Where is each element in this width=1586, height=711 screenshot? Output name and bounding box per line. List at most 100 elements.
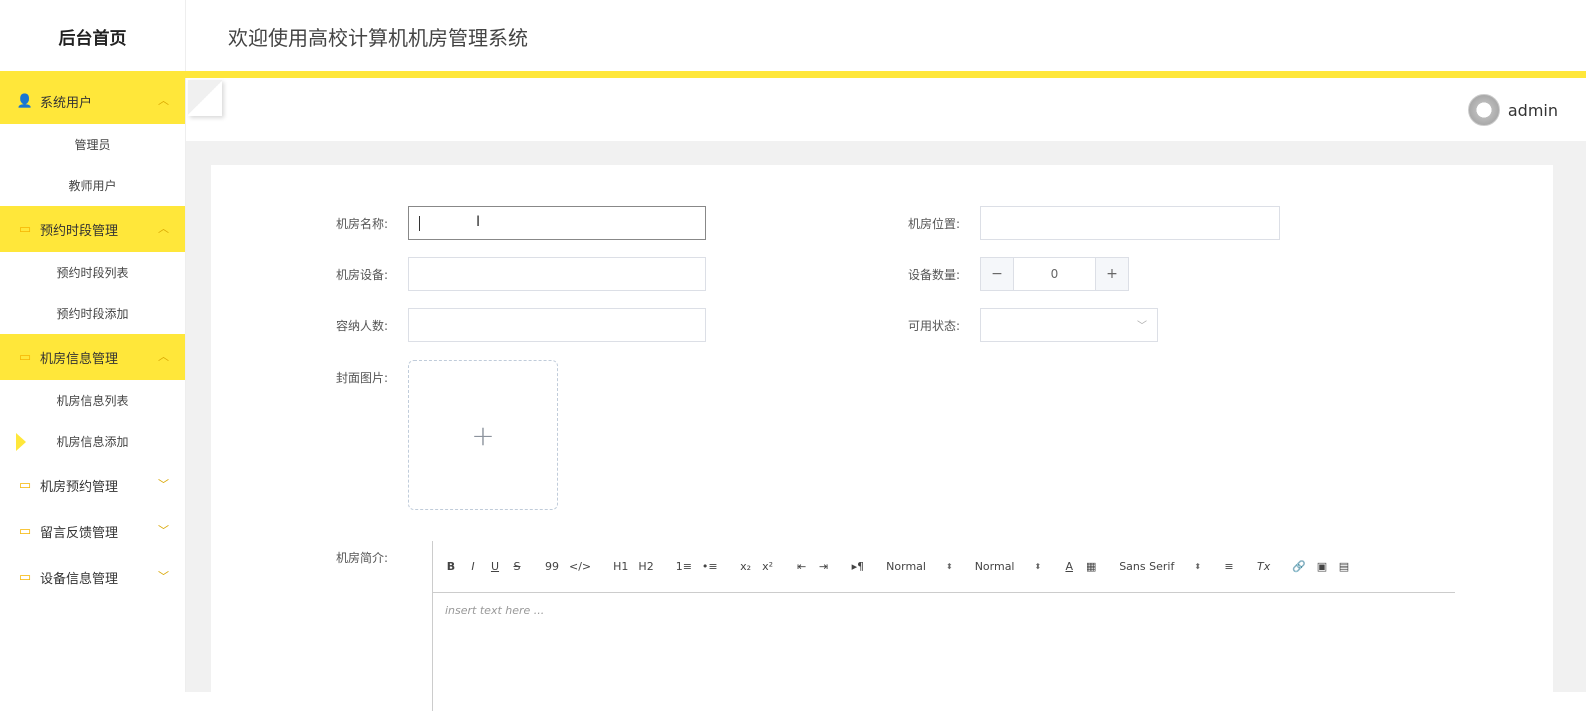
heading-select[interactable]: Normal ⬍ [886, 560, 953, 573]
clear-format-button[interactable]: Tx [1257, 560, 1270, 573]
user-menu[interactable]: admin [1467, 94, 1558, 126]
folder-icon: ▭ [18, 221, 32, 237]
room-name-input[interactable]: I [408, 206, 706, 240]
sidebar-item-time-slot-list[interactable]: 预约时段列表 [0, 252, 185, 293]
chevron-down-icon: ﹀ [158, 570, 169, 583]
header2-button[interactable]: H2 [638, 560, 653, 573]
avatar [1467, 94, 1500, 126]
bullet-list-button[interactable]: •≡ [702, 560, 718, 573]
sidebar-group-label: 留言反馈管理 [40, 525, 119, 541]
sidebar-group-label: 系统用户 [40, 95, 93, 111]
cover-image-upload[interactable]: + [408, 360, 558, 510]
sidebar-group-room-booking[interactable]: ▭ 机房预约管理 ﹀ [0, 462, 185, 508]
user-icon: 👤 [16, 93, 34, 109]
sidebar: 👤 系统用户 ︿ 管理员 教师用户 ▭ 预约时段管理 ︿ 预约时段列表 预约时段… [0, 78, 186, 692]
video-button[interactable]: ▤ [1338, 560, 1350, 573]
folder-icon: ▭ [18, 523, 32, 539]
sidebar-item-room-info-list[interactable]: 机房信息列表 [0, 380, 185, 421]
sub-header [186, 78, 1586, 141]
status-select[interactable]: ﹀ [980, 308, 1158, 342]
sidebar-group-label: 机房信息管理 [40, 351, 119, 367]
sidebar-group-label: 机房预约管理 [40, 479, 119, 495]
underline-button[interactable]: U [489, 560, 501, 573]
strike-button[interactable]: S [511, 560, 523, 573]
size-select-value: Normal [974, 560, 1015, 573]
superscript-button[interactable]: x² [762, 560, 774, 573]
active-indicator-icon [16, 433, 26, 451]
chevron-down-icon: ﹀ [158, 478, 169, 491]
room-intro-label: 机房简介: [336, 551, 389, 565]
chevron-up-icon: ︿ [158, 94, 169, 107]
editor-placeholder[interactable]: insert text here ... [445, 604, 544, 617]
decrement-button[interactable]: − [981, 258, 1013, 290]
chevron-down-icon: ﹀ [158, 524, 169, 537]
status-label: 可用状态: [908, 319, 961, 333]
sidebar-item-admin[interactable]: 管理员 [0, 124, 185, 165]
sidebar-group-equipment[interactable]: ▭ 设备信息管理 ﹀ [0, 554, 185, 600]
room-equipment-input[interactable] [408, 257, 706, 291]
equipment-count-label: 设备数量: [908, 268, 961, 282]
sidebar-item-time-slot-add[interactable]: 预约时段添加 [0, 293, 185, 334]
font-select[interactable]: Sans Serif ⬍ [1119, 560, 1201, 573]
text-cursor [419, 216, 420, 231]
text-color-button[interactable]: A [1063, 560, 1075, 573]
sidebar-item-label: 机房信息添加 [56, 435, 129, 449]
sidebar-group-label: 设备信息管理 [40, 571, 119, 587]
sidebar-group-time-slots[interactable]: ▭ 预约时段管理 ︿ [0, 206, 185, 252]
equipment-count-stepper[interactable]: − 0 + [980, 257, 1129, 291]
link-button[interactable]: 🔗 [1292, 560, 1306, 573]
folder-icon: ▭ [18, 569, 32, 585]
room-location-input[interactable] [980, 206, 1280, 240]
sidebar-item-room-info-add[interactable]: 机房信息添加 [0, 421, 185, 462]
code-block-button[interactable]: </> [569, 560, 591, 573]
cover-image-label: 封面图片: [336, 371, 389, 385]
folder-icon: ▭ [18, 477, 32, 493]
italic-button[interactable]: I [467, 560, 479, 573]
form-card: 机房名称: I 机房位置: 机房设备: 设备数量: − 0 + 容纳人数: 可用… [211, 165, 1553, 711]
room-name-label: 机房名称: [336, 217, 389, 231]
chevron-down-icon: ﹀ [1137, 321, 1147, 332]
indent-button[interactable]: ⇥ [818, 560, 830, 573]
room-location-label: 机房位置: [908, 217, 961, 231]
main-content: 机房名称: I 机房位置: 机房设备: 设备数量: − 0 + 容纳人数: 可用… [186, 141, 1586, 711]
size-select[interactable]: Normal ⬍ [975, 560, 1042, 573]
font-select-value: Sans Serif [1119, 560, 1175, 573]
sidebar-group-room-info[interactable]: ▭ 机房信息管理 ︿ [0, 334, 185, 380]
ordered-list-button[interactable]: 1≡ [676, 560, 692, 573]
top-bar: 后台首页 欢迎使用高校计算机机房管理系统 [0, 0, 1586, 72]
capacity-label: 容纳人数: [336, 319, 389, 333]
rich-text-editor: B I U S 99 </> H1 H2 1≡ •≡ x₂ x² ⇤ ⇥ ▸¶ … [432, 541, 1455, 711]
sidebar-item-teacher-users[interactable]: 教师用户 [0, 165, 185, 206]
equipment-count-value[interactable]: 0 [1013, 258, 1096, 290]
ibeam-cursor-icon: I [476, 214, 481, 230]
outdent-button[interactable]: ⇤ [796, 560, 808, 573]
subscript-button[interactable]: x₂ [740, 560, 752, 573]
background-color-button[interactable]: ▦ [1085, 560, 1097, 573]
brand-home-link[interactable]: 后台首页 [0, 0, 186, 72]
capacity-input[interactable] [408, 308, 706, 342]
sidebar-group-feedback[interactable]: ▭ 留言反馈管理 ﹀ [0, 508, 185, 554]
sidebar-group-system-users[interactable]: 👤 系统用户 ︿ [0, 78, 185, 124]
accent-divider [0, 71, 1586, 78]
rtl-direction-button[interactable]: ▸¶ [852, 560, 865, 573]
heading-select-value: Normal [886, 560, 926, 573]
collapse-sidebar-toggle[interactable] [188, 80, 222, 116]
updown-arrow-icon: ⬍ [1034, 562, 1042, 571]
editor-toolbar: B I U S 99 </> H1 H2 1≡ •≡ x₂ x² ⇤ ⇥ ▸¶ … [433, 541, 1455, 593]
chevron-up-icon: ︿ [158, 222, 169, 235]
bold-button[interactable]: B [445, 560, 457, 573]
header1-button[interactable]: H1 [613, 560, 628, 573]
chevron-up-icon: ︿ [158, 350, 169, 363]
sidebar-group-label: 预约时段管理 [40, 223, 119, 239]
page-title: 欢迎使用高校计算机机房管理系统 [228, 26, 528, 50]
room-equipment-label: 机房设备: [336, 268, 389, 282]
username: admin [1507, 100, 1558, 120]
folder-icon: ▭ [18, 349, 32, 365]
increment-button[interactable]: + [1096, 258, 1128, 290]
align-button[interactable]: ≡ [1223, 560, 1235, 573]
image-button[interactable]: ▣ [1316, 560, 1328, 573]
updown-arrow-icon: ⬍ [945, 562, 953, 571]
blockquote-button[interactable]: 99 [545, 560, 559, 573]
updown-arrow-icon: ⬍ [1194, 562, 1202, 571]
plus-icon: + [471, 418, 495, 452]
